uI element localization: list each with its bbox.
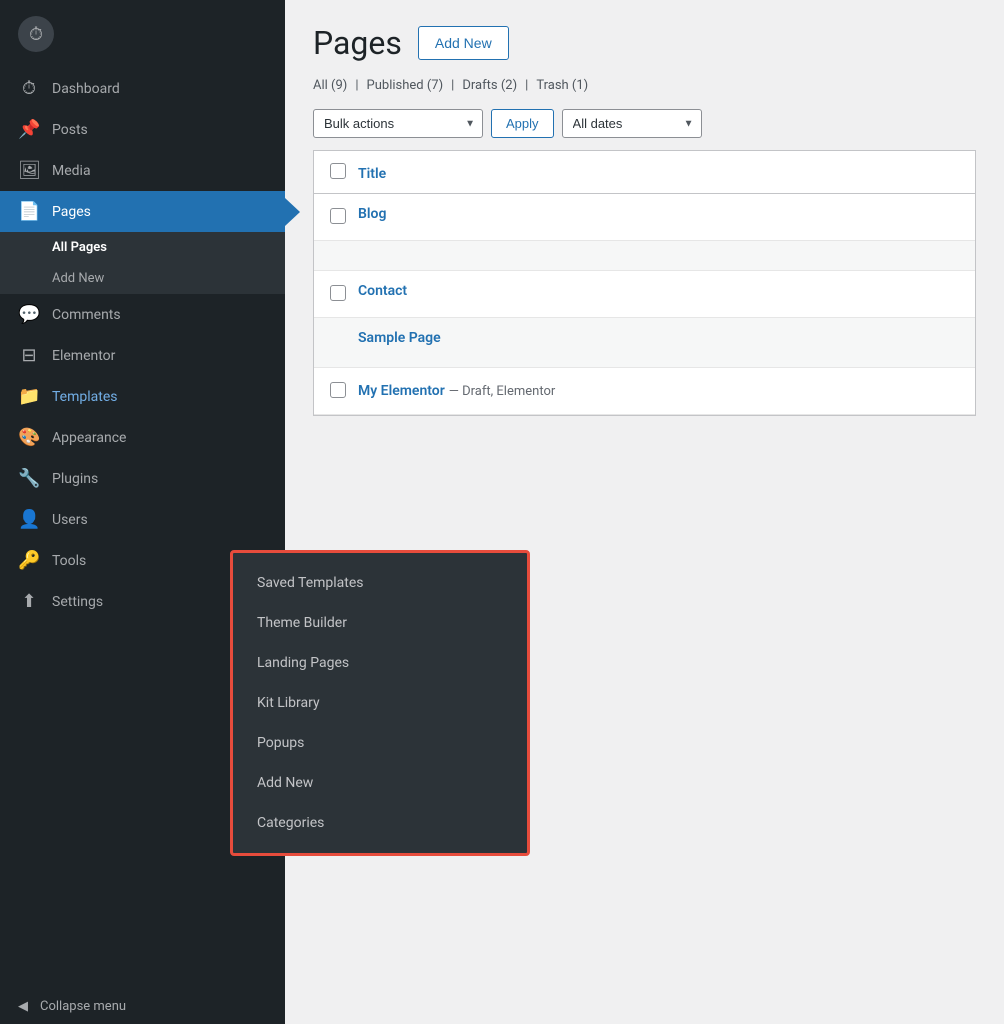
table-row: My Elementor — Draft, Elementor [314,368,975,415]
table-row-spacer [314,241,975,271]
filter-all[interactable]: All (9) [313,78,347,93]
templates-popup-saved-templates[interactable]: Saved Templates [233,563,527,603]
dashboard-icon: ⏱ [18,78,40,99]
sidebar-item-comments[interactable]: 💬 Comments [0,294,285,335]
dates-wrapper: All dates [562,109,702,138]
sidebar-item-users[interactable]: 👤 Users [0,499,285,540]
collapse-menu-label: Collapse menu [40,999,126,1014]
templates-popup-add-new[interactable]: Add New [233,763,527,803]
sidebar-item-plugins[interactable]: 🔧 Plugins [0,458,285,499]
sidebar-item-media-label: Media [52,163,91,179]
row-contact-checkbox-col [330,283,358,305]
row-blog-title[interactable]: Blog [358,206,959,222]
sidebar-logo: ⏱ [0,0,285,68]
appearance-icon: 🎨 [18,427,40,448]
row-contact-checkbox[interactable] [330,285,346,301]
pages-icon: 📄 [18,201,40,222]
collapse-menu-button[interactable]: ◀ Collapse menu [0,989,285,1024]
row-my-elementor-title[interactable]: My Elementor [358,383,445,399]
title-column-header[interactable]: Title [358,166,386,182]
row-my-elementor-content: My Elementor — Draft, Elementor [358,380,959,399]
filter-drafts[interactable]: Drafts (2) [462,78,517,93]
sidebar-item-templates-label: Templates [52,389,118,405]
row-my-elementor-checkbox[interactable] [330,382,346,398]
add-new-button[interactable]: Add New [418,26,509,60]
add-new-label: Add New [52,271,104,286]
sidebar-item-elementor-label: Elementor [52,348,115,364]
bulk-actions-select[interactable]: Bulk actions [313,109,483,138]
comments-icon: 💬 [18,304,40,325]
sidebar-item-posts[interactable]: 📌 Posts [0,109,285,150]
page-header: Pages Add New [313,24,976,62]
row-my-elementor-checkbox-col [330,380,358,402]
header-title-col: Title [358,163,959,182]
sidebar-item-posts-label: Posts [52,122,88,138]
table-row: Blog [314,194,975,241]
table-header-row: Title [314,151,975,194]
settings-icon: ⬆ [18,591,40,612]
sidebar-item-settings-label: Settings [52,594,103,610]
sidebar-item-pages-label: Pages [52,204,91,220]
dates-select[interactable]: All dates [562,109,702,138]
row-blog-content: Blog [358,206,959,222]
templates-popup: Saved Templates Theme Builder Landing Pa… [230,550,530,856]
templates-icon: 📁 [18,386,40,407]
sidebar-item-appearance-label: Appearance [52,430,126,446]
row-blog-checkbox-col [330,206,358,228]
header-checkbox-col [330,161,358,183]
filter-published[interactable]: Published (7) [367,78,444,93]
templates-popup-landing-pages[interactable]: Landing Pages [233,643,527,683]
row-sample-content: Sample Page [358,330,959,346]
sidebar-item-elementor[interactable]: ⊟ Elementor [0,335,285,376]
sidebar-item-comments-label: Comments [52,307,121,323]
all-pages-label: All Pages [52,240,107,255]
sidebar-item-appearance[interactable]: 🎨 Appearance [0,417,285,458]
sidebar-item-templates[interactable]: 📁 Templates [0,376,285,417]
sidebar: ⏱ ⏱ Dashboard 📌 Posts 🖼 Media 📄 Pages Al… [0,0,285,1024]
filter-bar: All (9) | Published (7) | Drafts (2) | T… [313,78,976,93]
media-icon: 🖼 [18,160,40,181]
filter-trash[interactable]: Trash (1) [536,78,588,93]
templates-popup-categories[interactable]: Categories [233,803,527,843]
templates-popup-theme-builder[interactable]: Theme Builder [233,603,527,643]
templates-popup-popups[interactable]: Popups [233,723,527,763]
tools-icon: 🔑 [18,550,40,571]
main-content: Pages Add New All (9) | Published (7) | … [285,0,1004,1024]
row-my-elementor-meta: — Draft, Elementor [449,384,556,399]
select-all-checkbox[interactable] [330,163,346,179]
posts-icon: 📌 [18,119,40,140]
wp-logo-icon: ⏱ [18,16,54,52]
sidebar-item-dashboard[interactable]: ⏱ Dashboard [0,68,285,109]
row-contact-content: Contact [358,283,959,299]
pages-submenu: All Pages Add New [0,232,285,294]
apply-button[interactable]: Apply [491,109,554,138]
row-sample-title[interactable]: Sample Page [358,330,959,346]
sidebar-item-plugins-label: Plugins [52,471,98,487]
sidebar-submenu-add-new[interactable]: Add New [0,263,285,294]
sidebar-submenu-all-pages[interactable]: All Pages [0,232,285,263]
bulk-actions-wrapper: Bulk actions [313,109,483,138]
table-row-sample: Sample Page [314,318,975,368]
sidebar-item-tools-label: Tools [52,553,86,569]
row-blog-checkbox[interactable] [330,208,346,224]
table-row: Contact [314,271,975,318]
elementor-icon: ⊟ [18,345,40,366]
page-title: Pages [313,24,402,62]
row-contact-title[interactable]: Contact [358,283,959,299]
pages-table: Title Blog Contact [313,150,976,416]
sidebar-item-pages[interactable]: 📄 Pages [0,191,285,232]
templates-popup-kit-library[interactable]: Kit Library [233,683,527,723]
plugins-icon: 🔧 [18,468,40,489]
collapse-arrow-icon: ◀ [18,999,28,1014]
users-icon: 👤 [18,509,40,530]
sidebar-item-users-label: Users [52,512,88,528]
toolbar-row: Bulk actions Apply All dates [313,109,976,138]
sidebar-item-media[interactable]: 🖼 Media [0,150,285,191]
pages-arrow [285,198,300,226]
sidebar-item-dashboard-label: Dashboard [52,81,120,97]
